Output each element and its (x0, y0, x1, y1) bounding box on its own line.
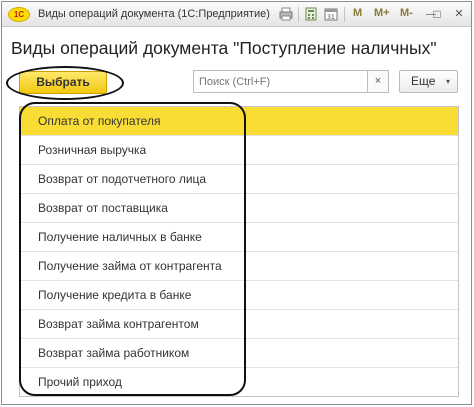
title-bar[interactable]: 1С Виды операций документа (1С:Предприят… (2, 2, 471, 27)
memory-plus-button[interactable]: M+ (374, 7, 390, 19)
list-item[interactable]: Возврат от поставщика (20, 194, 458, 223)
list-item[interactable]: Розничная выручка (20, 136, 458, 165)
calculator-icon[interactable] (304, 7, 318, 21)
list-item[interactable]: Получение наличных в банке (20, 223, 458, 252)
clear-search-button[interactable]: × (367, 70, 389, 93)
toolbar-separator (298, 7, 299, 22)
operations-list[interactable]: Оплата от покупателя Розничная выручка В… (19, 106, 459, 397)
more-button[interactable]: Еще ▾ (399, 70, 458, 93)
maximize-icon[interactable]: □ (431, 6, 443, 23)
svg-text:31: 31 (327, 14, 335, 21)
memory-button[interactable]: M (353, 7, 362, 19)
chevron-down-icon: ▾ (445, 77, 450, 86)
list-item[interactable]: Прочий приход (20, 368, 458, 396)
list-item[interactable]: Возврат займа контрагентом (20, 310, 458, 339)
form-title: Виды операций документа "Поступление нал… (11, 38, 437, 58)
list-item[interactable]: Возврат займа работником (20, 339, 458, 368)
more-button-label: Еще (411, 74, 436, 88)
close-icon[interactable]: ✕ (453, 6, 465, 23)
list-item[interactable]: Оплата от покупателя (20, 107, 458, 136)
app-logo-icon: 1С (8, 7, 30, 22)
list-item[interactable]: Получение займа от контрагента (20, 252, 458, 281)
list-item[interactable]: Получение кредита в банке (20, 281, 458, 310)
memory-minus-button[interactable]: M- (400, 7, 413, 19)
toolbar-separator (344, 7, 345, 22)
highlight-annotation (6, 66, 124, 100)
search-input[interactable] (193, 70, 368, 93)
calendar-icon[interactable]: 31 (324, 7, 338, 21)
print-icon[interactable] (279, 7, 293, 21)
list-item[interactable]: Возврат от подотчетного лица (20, 165, 458, 194)
dialog-window: 1С Виды операций документа (1С:Предприят… (1, 1, 472, 405)
window-title: Виды операций документа (1С:Предприятие) (38, 8, 270, 20)
